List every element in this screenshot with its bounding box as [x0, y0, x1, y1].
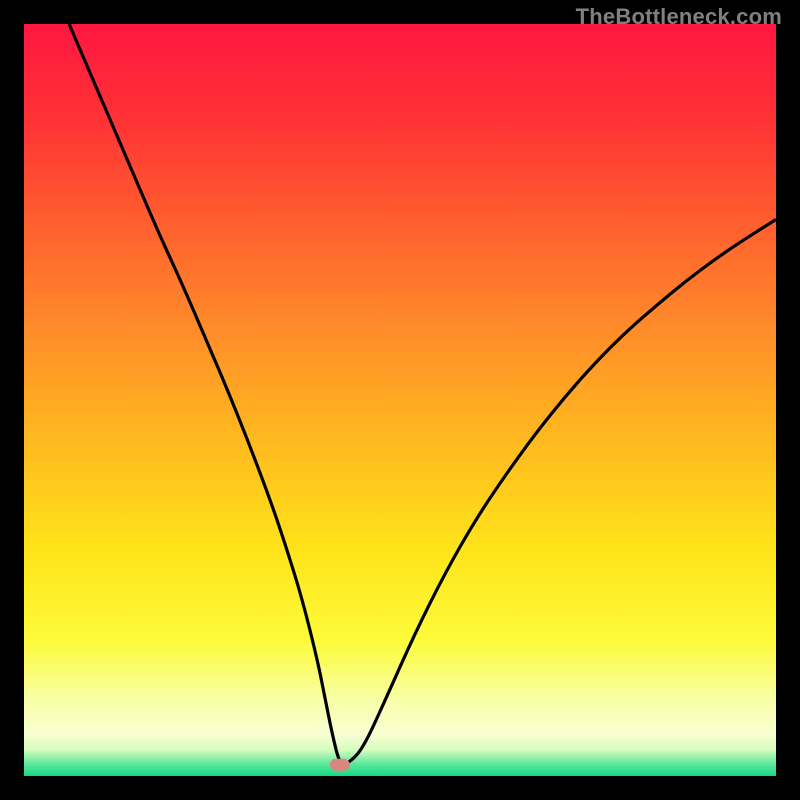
optimum-marker	[330, 759, 350, 771]
chart-frame: TheBottleneck.com	[0, 0, 800, 800]
watermark-text: TheBottleneck.com	[576, 4, 782, 30]
plot-area	[24, 24, 776, 776]
chart-svg	[24, 24, 776, 776]
